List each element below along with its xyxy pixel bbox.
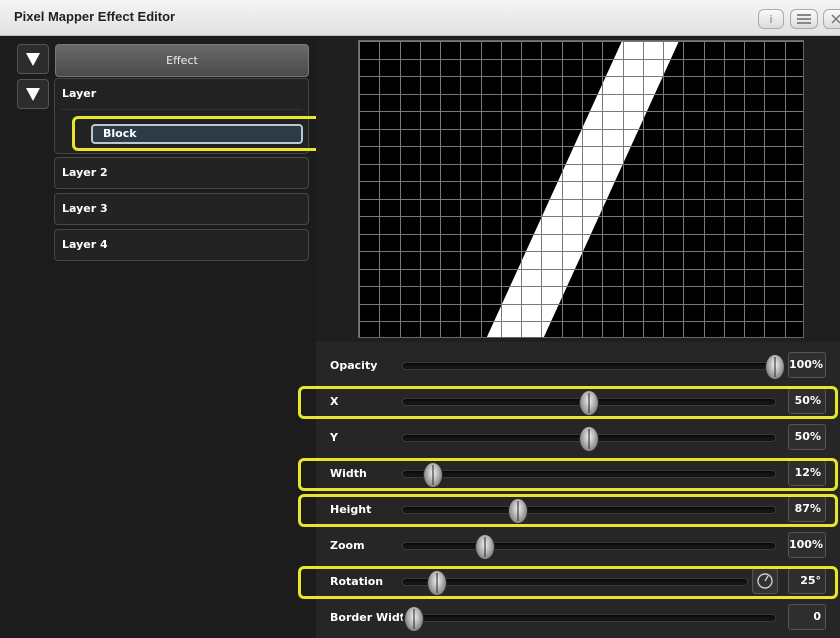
- slider-value[interactable]: 25°: [788, 568, 826, 594]
- slider-value[interactable]: 12%: [788, 460, 826, 486]
- effect-button[interactable]: Effect: [55, 44, 309, 77]
- slider-label: Y: [330, 431, 338, 444]
- block-item[interactable]: Block: [91, 124, 303, 144]
- info-icon: i: [769, 12, 773, 26]
- close-button[interactable]: [823, 9, 840, 29]
- title-bar: Pixel Mapper Effect Editor i: [0, 0, 840, 36]
- slider-value[interactable]: 50%: [788, 424, 826, 450]
- slider-track[interactable]: [402, 462, 776, 488]
- slider-label: Rotation: [330, 575, 384, 588]
- slider-row-zoom: Zoom 100%: [316, 528, 840, 564]
- layer-3-row[interactable]: Layer 3: [54, 193, 309, 225]
- slider-thumb[interactable]: [579, 390, 599, 416]
- slider-label: Zoom: [330, 539, 365, 552]
- slider-track[interactable]: [402, 606, 776, 632]
- slider-row-height: Height 87%: [316, 492, 840, 528]
- slider-label: Opacity: [330, 359, 378, 372]
- slider-row-y: Y 50%: [316, 420, 840, 456]
- slider-thumb[interactable]: [474, 534, 495, 560]
- pixel-preview: [358, 40, 804, 338]
- dial-icon: [757, 573, 773, 589]
- collapse-layer-button[interactable]: [17, 79, 49, 109]
- slider-thumb[interactable]: [422, 462, 443, 488]
- slider-track[interactable]: [402, 390, 776, 416]
- slider-track[interactable]: [402, 498, 776, 524]
- slider-label: Border Width: [330, 611, 413, 624]
- slider-thumb[interactable]: [404, 606, 425, 632]
- info-button[interactable]: i: [758, 9, 784, 29]
- slider-thumb[interactable]: [427, 570, 448, 596]
- slider-value[interactable]: 87%: [788, 496, 826, 522]
- triangle-down-icon: [26, 52, 40, 66]
- collapse-effect-button[interactable]: [17, 44, 49, 74]
- slider-track[interactable]: [402, 534, 776, 560]
- divider: [61, 109, 302, 110]
- slider-value[interactable]: 0: [788, 604, 826, 630]
- slider-label: Width: [330, 467, 367, 480]
- slider-row-opacity: Opacity 100%: [316, 348, 840, 384]
- menu-icon: [797, 14, 811, 24]
- slider-track[interactable]: [402, 354, 785, 380]
- menu-button[interactable]: [790, 9, 818, 29]
- layer-label: Layer: [62, 87, 97, 100]
- slider-row-width: Width 12%: [316, 456, 840, 492]
- slider-thumb[interactable]: [765, 354, 785, 380]
- slider-label: X: [330, 395, 339, 408]
- pixel-grid: [359, 41, 803, 337]
- slider-label: Height: [330, 503, 372, 516]
- layer-4-row[interactable]: Layer 4: [54, 229, 309, 261]
- triangle-down-icon: [26, 87, 40, 101]
- slider-value[interactable]: 100%: [788, 532, 826, 558]
- layer-2-row[interactable]: Layer 2: [54, 157, 309, 189]
- layer-panel: Effect Layer Block Layer 2 Layer 3 Layer…: [0, 37, 316, 638]
- slider-thumb[interactable]: [508, 498, 529, 524]
- slider-value[interactable]: 100%: [788, 352, 826, 378]
- close-icon: [831, 14, 840, 24]
- window-title: Pixel Mapper Effect Editor: [14, 9, 176, 24]
- slider-row-rotation: Rotation 25°: [316, 564, 840, 600]
- slider-row-border-width: Border Width 0: [316, 600, 840, 636]
- rotation-dial-button[interactable]: [752, 568, 778, 594]
- slider-thumb[interactable]: [579, 426, 599, 452]
- layer-group[interactable]: Layer Block: [54, 78, 309, 154]
- slider-row-x: X 50%: [316, 384, 840, 420]
- slider-track[interactable]: [402, 570, 748, 596]
- slider-track[interactable]: [402, 426, 776, 452]
- slider-value[interactable]: 50%: [788, 388, 826, 414]
